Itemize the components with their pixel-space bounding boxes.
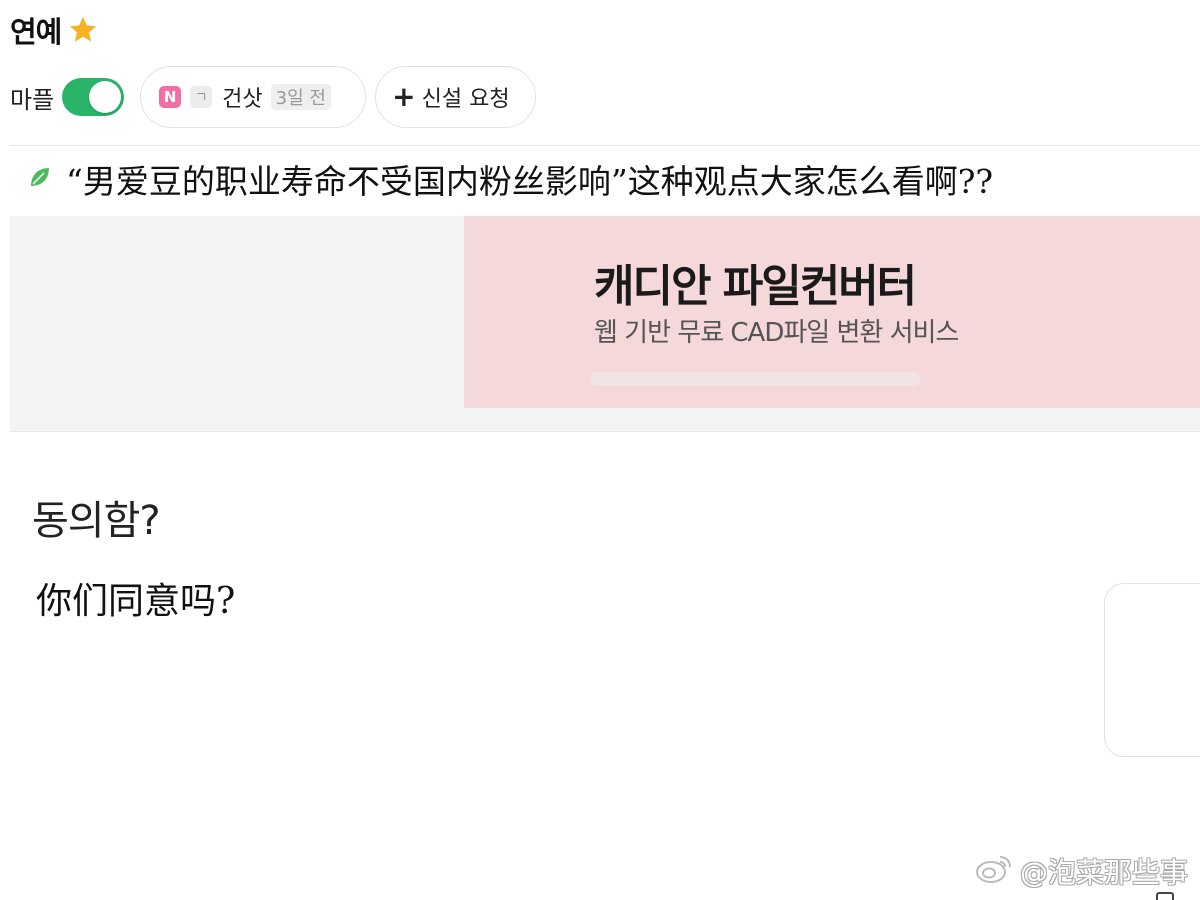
star-icon[interactable] [67,14,99,46]
bottom-icon-fragment [1156,892,1174,900]
post-title-row: “男爱豆的职业寿命不受国内粉丝影响”这种观点大家怎么看啊?? [28,152,1200,206]
ad-title[interactable]: 캐디안 파일컨버터 [594,250,917,314]
grade-badge: ㄱ [190,86,213,108]
divider [10,145,1200,146]
new-request-label: 신설 요청 [421,87,510,112]
post-body-korean: 동의함? [32,498,161,544]
divider [10,431,1200,432]
mafl-toggle-label: 마플 [10,85,55,114]
toolbar: 마플 N ㄱ 건삿 3일 전 + 신설 요청 [10,66,537,128]
mafl-toggle[interactable] [62,78,125,116]
weibo-icon [974,853,1014,889]
post-title: “男爱豆的职业寿命不受国内粉丝影响”这种观点大家怎么看啊?? [66,162,994,201]
chip-name: 건삿 [222,87,263,112]
toggle-knob [89,81,122,113]
ad-decoration [590,372,920,386]
ad-subtitle[interactable]: 웹 기반 무료 CAD파일 변환 서비스 [594,312,959,349]
board-header: 연예 [10,8,99,52]
watermark-text: @泡菜那些事 [1019,856,1188,889]
new-badge: N [159,86,182,108]
plus-icon: + [392,80,416,113]
board-title[interactable]: 연예 [10,9,62,51]
watermark: @泡菜那些事 [974,852,1188,890]
leaf-icon [28,165,52,193]
page: 연예 마플 N ㄱ 건삿 3일 전 + 신설 요청 “男爱豆的职业寿命不受国内粉… [0,0,1200,900]
post-body-chinese: 你们同意吗? [36,581,236,622]
recent-post-chip[interactable]: N ㄱ 건삿 3일 전 [140,66,367,128]
floating-side-panel[interactable] [1104,583,1200,757]
chip-time: 3일 전 [270,84,331,110]
new-request-button[interactable]: + 신설 요청 [375,66,537,128]
